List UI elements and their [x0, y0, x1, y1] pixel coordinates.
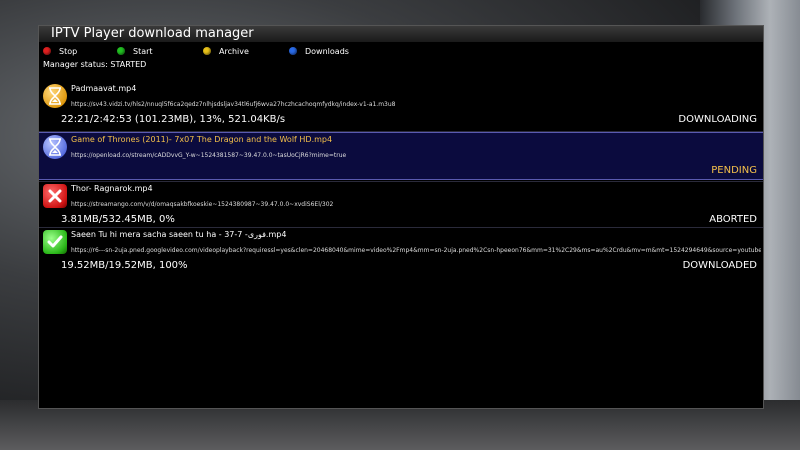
blue-dot-icon [289, 47, 297, 55]
hourglass-icon [43, 135, 67, 159]
legend-downloads-label: Downloads [305, 46, 349, 56]
legend-start[interactable]: Start [117, 44, 153, 58]
checkmark-icon [43, 230, 67, 254]
download-progress: 19.52MB/19.52MB, 100% [61, 260, 188, 271]
download-url: https://openload.co/stream/cADDvvG_Y-w~1… [71, 152, 347, 159]
legend-stop-label: Stop [59, 46, 78, 56]
green-dot-icon [117, 47, 125, 55]
download-row[interactable]: Thor- Ragnarok.mp4 https://streamango.co… [39, 182, 763, 230]
download-state: PENDING [711, 165, 757, 176]
legend-stop[interactable]: Stop [43, 44, 77, 58]
download-state: ABORTED [709, 214, 757, 225]
legend-downloads[interactable]: Downloads [289, 44, 349, 58]
download-state: DOWNLOADING [678, 114, 757, 125]
legend-bar: Stop Start Archive Downloads [43, 44, 743, 58]
window-title: IPTV Player download manager [51, 26, 254, 41]
download-state: DOWNLOADED [682, 260, 757, 271]
yellow-dot-icon [203, 47, 211, 55]
legend-archive[interactable]: Archive [203, 44, 249, 58]
legend-start-label: Start [133, 46, 153, 56]
download-row-selected[interactable]: Game of Thrones (2011)- 7x07 The Dragon … [39, 132, 763, 180]
manager-status: Manager status: STARTED [43, 60, 147, 69]
title-bar: IPTV Player download manager [39, 26, 763, 42]
download-progress: 22:21/2:42:53 (101.23MB), 13%, 521.04KB/… [61, 114, 286, 125]
download-name: Game of Thrones (2011)- 7x07 The Dragon … [71, 135, 333, 144]
download-manager-window: IPTV Player download manager Stop Start … [38, 25, 764, 409]
legend-archive-label: Archive [219, 46, 249, 56]
aborted-icon [43, 184, 67, 208]
download-name: Padmaavat.mp4 [71, 84, 137, 93]
download-name: Thor- Ragnarok.mp4 [71, 184, 153, 193]
download-url: https://streamango.com/v/d/omaqsakbfkoes… [71, 201, 334, 208]
download-row[interactable]: Saeen Tu hi mera sacha saeen tu ha - 37-… [39, 228, 763, 276]
hourglass-icon [43, 84, 67, 108]
download-url: https://sv43.vidzi.tv/hls2/nnuql5f6ca2qe… [71, 101, 396, 108]
download-name: Saeen Tu hi mera sacha saeen tu ha - 37-… [71, 230, 287, 239]
download-url: https://r6---sn-2uja.pned.googlevideo.co… [71, 247, 761, 254]
red-dot-icon [43, 47, 51, 55]
download-progress: 3.81MB/532.45MB, 0% [61, 214, 175, 225]
download-row[interactable]: Padmaavat.mp4 https://sv43.vidzi.tv/hls2… [39, 82, 763, 130]
